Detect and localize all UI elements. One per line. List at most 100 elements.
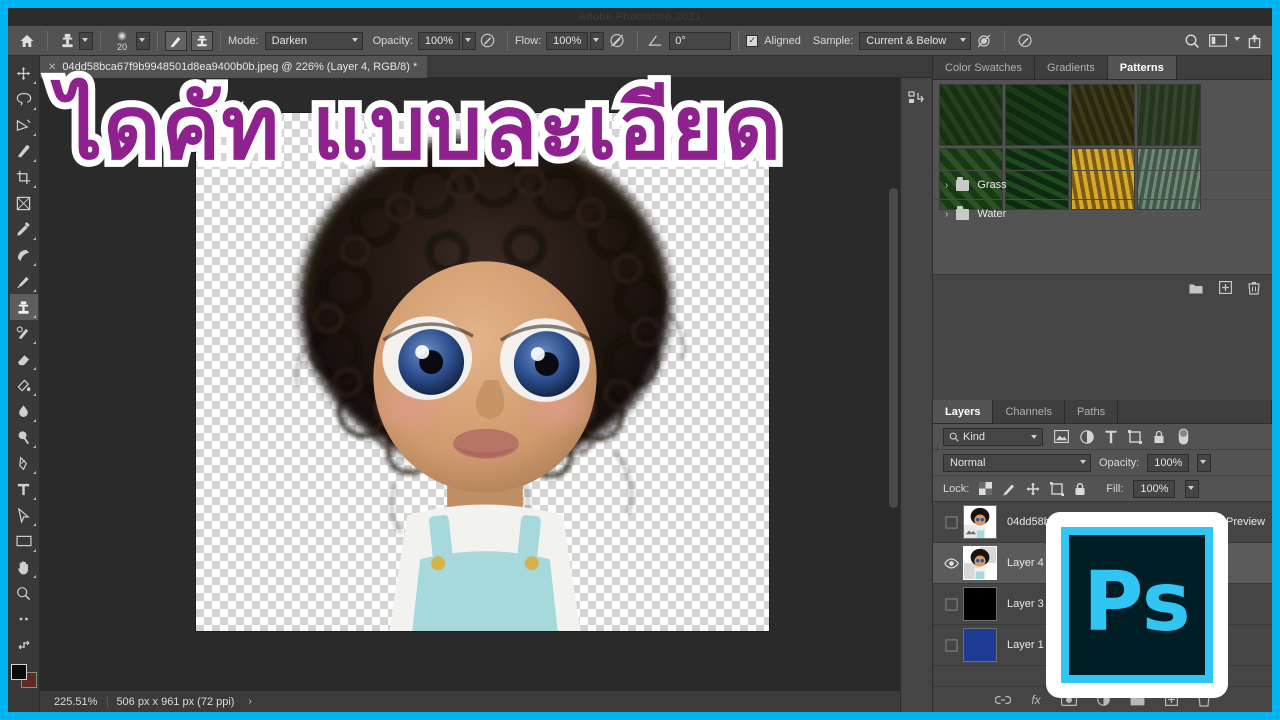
workspace-layout-icon[interactable]	[1206, 34, 1230, 47]
tab-color-swatches[interactable]: Color Swatches	[933, 56, 1036, 79]
pressure-size-icon[interactable]	[1012, 33, 1038, 48]
layer-thumbnail[interactable]	[963, 587, 997, 621]
pattern-group-water[interactable]: › Water	[933, 199, 1272, 222]
tab-paths[interactable]: Paths	[1064, 400, 1119, 423]
move-tool[interactable]	[10, 60, 38, 86]
angle-input[interactable]: 0°	[669, 31, 732, 50]
magic-wand-tool[interactable]	[10, 112, 38, 138]
pressure-opacity-icon[interactable]	[476, 33, 500, 48]
fill-dropdown[interactable]	[1185, 479, 1200, 498]
layer-kind-filter[interactable]: Kind	[943, 427, 1043, 446]
chevron-right-icon[interactable]: ›	[945, 180, 948, 191]
ignore-adjustment-layers-icon[interactable]	[971, 33, 997, 49]
options-bar: 20 Mode: Darken Opacity: 100% Flow: 100%	[8, 26, 1272, 56]
swap-colors-icon[interactable]	[10, 632, 38, 658]
search-icon	[949, 432, 959, 442]
artboard[interactable]	[195, 112, 770, 632]
pixel-layer-filter-icon[interactable]	[1054, 430, 1069, 443]
brush-settings-icon[interactable]	[165, 30, 187, 51]
layer-opacity-dropdown[interactable]	[1197, 453, 1212, 472]
sample-select[interactable]: Current & Below	[859, 31, 972, 50]
layer-visibility-toggle[interactable]	[939, 597, 963, 611]
home-icon[interactable]	[14, 28, 40, 54]
flow-dropdown[interactable]	[590, 31, 605, 50]
pattern-group-grass[interactable]: › Grass	[933, 170, 1272, 199]
photoshop-logo-inner: Ps	[1061, 527, 1213, 683]
adjustment-layer-filter-icon[interactable]	[1080, 429, 1094, 444]
shape-layer-filter-icon[interactable]	[1128, 429, 1142, 444]
spot-healing-brush-tool[interactable]	[10, 138, 38, 164]
lock-transparency-icon[interactable]	[979, 482, 993, 495]
link-layers-icon[interactable]	[995, 695, 1012, 705]
filter-toggle-icon[interactable]	[1178, 428, 1189, 445]
eraser-tool[interactable]	[10, 346, 38, 372]
pen-tool[interactable]	[10, 450, 38, 476]
eyedropper-tool[interactable]	[10, 216, 38, 242]
smart-object-filter-icon[interactable]	[1153, 430, 1165, 444]
tab-patterns[interactable]: Patterns	[1107, 56, 1177, 79]
lock-position-icon[interactable]	[1026, 482, 1040, 496]
close-icon[interactable]: ✕	[48, 62, 56, 73]
lock-all-icon[interactable]	[1074, 482, 1086, 496]
fill-input[interactable]: 100%	[1133, 479, 1176, 498]
layer-visibility-toggle[interactable]	[939, 638, 963, 652]
dodge-tool[interactable]	[10, 424, 38, 450]
clone-stamp-tool[interactable]	[9, 294, 38, 320]
layer-opacity-input[interactable]: 100%	[1147, 453, 1190, 472]
aligned-checkbox[interactable]: ✓	[746, 34, 759, 47]
type-tool[interactable]	[10, 476, 38, 502]
blend-mode-select[interactable]: Darken	[264, 31, 363, 50]
brush-preset-picker[interactable]: 20	[108, 30, 136, 51]
lock-artboard-icon[interactable]	[1050, 481, 1065, 496]
crop-tool[interactable]	[10, 164, 38, 190]
flow-input[interactable]: 100%	[546, 31, 589, 50]
layer-name: Layer 4	[1007, 557, 1044, 569]
zoom-tool[interactable]	[10, 580, 38, 606]
chevron-right-icon[interactable]: ›	[945, 209, 948, 220]
gradient-tool[interactable]	[10, 372, 38, 398]
opacity-dropdown[interactable]	[461, 31, 476, 50]
history-brush-tool[interactable]	[10, 320, 38, 346]
share-icon[interactable]	[1242, 33, 1266, 49]
rectangle-tool[interactable]	[10, 528, 38, 554]
frame-tool[interactable]	[10, 190, 38, 216]
path-selection-tool[interactable]	[10, 502, 38, 528]
document-tab[interactable]: ✕ 04dd58bca67f9b9948501d8ea9400b0b.jpeg …	[40, 56, 428, 78]
search-icon[interactable]	[1178, 33, 1206, 49]
blur-tool[interactable]	[10, 398, 38, 424]
photoshop-logo-badge: Ps	[1046, 512, 1228, 698]
delete-icon[interactable]	[1248, 281, 1260, 295]
layer-visibility-toggle[interactable]	[939, 515, 963, 529]
type-layer-filter-icon[interactable]	[1105, 430, 1117, 444]
tool-preset-picker[interactable]	[79, 31, 93, 50]
tab-layers[interactable]: Layers	[933, 400, 994, 423]
tab-channels[interactable]: Channels	[993, 400, 1065, 423]
status-expand-icon[interactable]: ›	[242, 696, 251, 707]
brush-preset-dropdown[interactable]	[136, 31, 150, 50]
brush-tool[interactable]	[10, 268, 38, 294]
airbrush-icon[interactable]	[604, 33, 630, 48]
hand-tool[interactable]	[10, 554, 38, 580]
layer-blend-mode-select[interactable]: Normal	[943, 453, 1091, 472]
layer-thumbnail[interactable]	[963, 505, 997, 539]
layer-visibility-toggle[interactable]	[939, 558, 963, 569]
lock-image-icon[interactable]	[1002, 482, 1016, 496]
zoom-level[interactable]: 225.51%	[40, 696, 107, 708]
layer-thumbnail[interactable]	[963, 628, 997, 662]
canvas-vertical-scrollbar[interactable]	[889, 188, 898, 508]
add-layer-style-icon[interactable]: fx	[1031, 693, 1040, 707]
clone-source-icon[interactable]	[191, 30, 213, 51]
color-swatches[interactable]	[10, 664, 37, 688]
opacity-input[interactable]: 100%	[417, 31, 460, 50]
tab-gradients[interactable]: Gradients	[1035, 56, 1108, 79]
clone-stamp-icon[interactable]	[55, 29, 79, 53]
layer-filter-row: Kind	[933, 424, 1272, 450]
new-pattern-icon[interactable]	[1219, 281, 1232, 294]
workspace-dropdown[interactable]	[1230, 32, 1242, 50]
edit-toolbar-icon[interactable]	[10, 606, 38, 632]
lasso-tool[interactable]	[10, 86, 38, 112]
patch-tool[interactable]	[10, 242, 38, 268]
new-group-icon[interactable]	[1189, 282, 1203, 294]
layer-thumbnail[interactable]	[963, 546, 997, 580]
foreground-color-swatch[interactable]	[10, 664, 27, 680]
